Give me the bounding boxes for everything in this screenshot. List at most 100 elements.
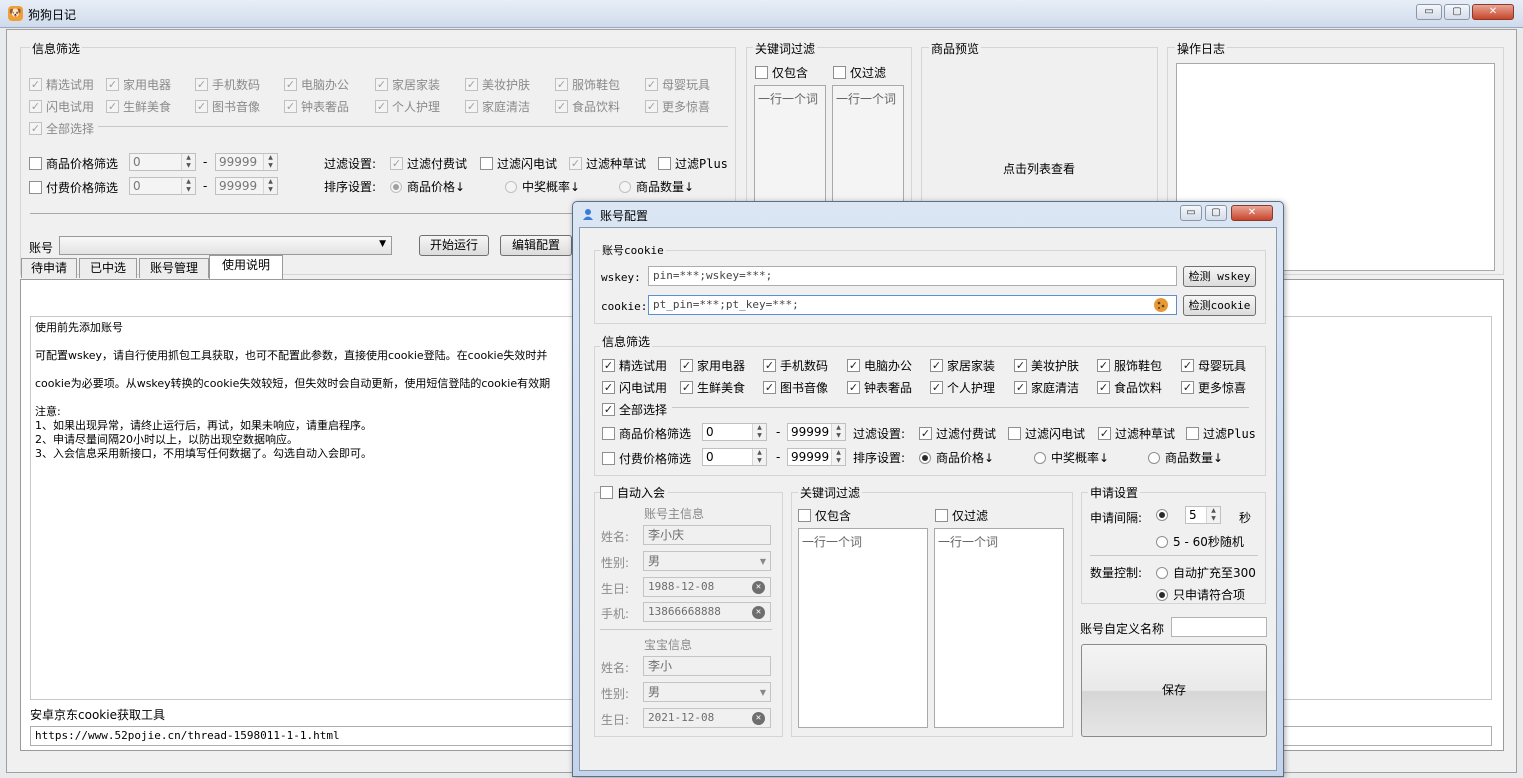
dialog-category-checkbox[interactable]: ✓母婴玩具 bbox=[1181, 357, 1246, 374]
category-checkbox[interactable]: ✓美妆护肤 bbox=[465, 76, 530, 93]
include-words-textarea[interactable]: 一行一个词 bbox=[754, 85, 826, 205]
baby-gender-select[interactable]: 男▼ bbox=[643, 682, 771, 702]
category-checkbox[interactable]: ✓个人护理 bbox=[375, 98, 440, 115]
dialog-filter-flash-checkbox[interactable]: 过滤闪电试 bbox=[1008, 425, 1085, 442]
dialog-filter-grass-checkbox[interactable]: ✓过滤种草试 bbox=[1098, 425, 1175, 442]
filter-plus-checkbox[interactable]: 过滤Plus bbox=[658, 155, 728, 172]
dialog-category-checkbox[interactable]: ✓手机数码 bbox=[763, 357, 828, 374]
start-button[interactable]: 开始运行 bbox=[419, 235, 489, 256]
dialog-sort-price-radio[interactable]: 商品价格↓ bbox=[919, 449, 994, 466]
exclude-words-textarea[interactable]: 一行一个词 bbox=[832, 85, 904, 205]
select-all-checkbox[interactable]: ✓全部选择 bbox=[29, 120, 94, 137]
owner-name-field[interactable]: 李小庆 bbox=[643, 525, 771, 545]
account-select[interactable]: ▼ bbox=[59, 236, 392, 255]
check-wskey-button[interactable]: 检测 wskey bbox=[1183, 266, 1256, 287]
auto-join-checkbox[interactable]: 自动入会 bbox=[600, 484, 668, 501]
sort-price-radio[interactable]: 商品价格↓ bbox=[390, 178, 465, 195]
category-checkbox[interactable]: ✓手机数码 bbox=[195, 76, 260, 93]
dialog-category-checkbox[interactable]: ✓图书音像 bbox=[763, 379, 828, 396]
baby-name-field[interactable]: 李小 bbox=[643, 656, 771, 676]
tab-accounts[interactable]: 账号管理 bbox=[139, 258, 209, 278]
qty-expand-radio[interactable]: 自动扩充至300 bbox=[1156, 564, 1256, 581]
dialog-close-button[interactable]: ✕ bbox=[1231, 205, 1273, 221]
dialog-category-checkbox[interactable]: ✓钟表奢品 bbox=[847, 379, 912, 396]
dialog-category-checkbox[interactable]: ✓食品饮料 bbox=[1097, 379, 1162, 396]
dialog-category-checkbox[interactable]: ✓生鲜美食 bbox=[680, 379, 745, 396]
exclude-checkbox[interactable]: 仅过滤 bbox=[833, 64, 886, 81]
dialog-category-checkbox[interactable]: ✓闪电试用 bbox=[602, 379, 667, 396]
check-cookie-button[interactable]: 检测cookie bbox=[1183, 295, 1256, 316]
dialog-filter-plus-checkbox[interactable]: 过滤Plus bbox=[1186, 425, 1256, 442]
close-button[interactable]: ✕ bbox=[1472, 4, 1514, 20]
dialog-category-checkbox[interactable]: ✓个人护理 bbox=[930, 379, 995, 396]
custom-name-input[interactable] bbox=[1171, 617, 1267, 637]
category-checkbox[interactable]: ✓家庭清洁 bbox=[465, 98, 530, 115]
save-button[interactable]: 保存 bbox=[1081, 644, 1267, 737]
dialog-price-max-spin[interactable]: 99999▲▼ bbox=[787, 423, 846, 441]
dialog-category-checkbox[interactable]: ✓家用电器 bbox=[680, 357, 745, 374]
cookie-input[interactable]: pt_pin=***;pt_key=***; bbox=[648, 295, 1177, 315]
paid-filter-checkbox[interactable]: 付费价格筛选 bbox=[29, 179, 118, 196]
category-checkbox[interactable]: ✓图书音像 bbox=[195, 98, 260, 115]
category-checkbox[interactable]: ✓服饰鞋包 bbox=[555, 76, 620, 93]
interval-spin[interactable]: 5▲▼ bbox=[1185, 506, 1221, 524]
sort-qty-radio[interactable]: 商品数量↓ bbox=[619, 178, 694, 195]
interval-fixed-radio[interactable] bbox=[1156, 509, 1173, 521]
owner-gender-select[interactable]: 男▼ bbox=[643, 551, 771, 571]
category-checkbox[interactable]: ✓精选试用 bbox=[29, 76, 94, 93]
paid-min-spin[interactable]: 0▲▼ bbox=[129, 177, 196, 195]
dialog-select-all-checkbox[interactable]: ✓全部选择 bbox=[602, 401, 667, 418]
dialog-category-checkbox[interactable]: ✓家居家装 bbox=[930, 357, 995, 374]
paid-max-spin[interactable]: 99999▲▼ bbox=[215, 177, 278, 195]
maximize-button[interactable]: ▢ bbox=[1444, 4, 1470, 20]
category-checkbox[interactable]: ✓母婴玩具 bbox=[645, 76, 710, 93]
category-checkbox[interactable]: ✓家用电器 bbox=[106, 76, 171, 93]
filter-paid-checkbox[interactable]: ✓过滤付费试 bbox=[390, 155, 467, 172]
price-max-spin[interactable]: 99999▲▼ bbox=[215, 153, 278, 171]
dialog-category-checkbox[interactable]: ✓美妆护肤 bbox=[1014, 357, 1079, 374]
owner-phone-field[interactable]: 13866668888✕ bbox=[643, 602, 771, 622]
edit-config-button[interactable]: 编辑配置 bbox=[500, 235, 572, 256]
dialog-category-checkbox[interactable]: ✓更多惊喜 bbox=[1181, 379, 1246, 396]
category-checkbox[interactable]: ✓更多惊喜 bbox=[645, 98, 710, 115]
dialog-paid-max-spin[interactable]: 99999▲▼ bbox=[787, 448, 846, 466]
interval-random-radio[interactable]: 5 - 60秒随机 bbox=[1156, 533, 1244, 550]
category-checkbox[interactable]: ✓钟表奢品 bbox=[284, 98, 349, 115]
dialog-price-filter-checkbox[interactable]: 商品价格筛选 bbox=[602, 425, 691, 442]
owner-birthday-field[interactable]: 1988-12-08✕ bbox=[643, 577, 771, 597]
qty-match-radio[interactable]: 只申请符合项 bbox=[1156, 586, 1245, 603]
dialog-paid-min-spin[interactable]: 0▲▼ bbox=[702, 448, 767, 466]
baby-birthday-field[interactable]: 2021-12-08✕ bbox=[643, 708, 771, 728]
dialog-minimize-button[interactable]: ▭ bbox=[1180, 205, 1202, 221]
dialog-include-checkbox[interactable]: 仅包含 bbox=[798, 507, 851, 524]
category-checkbox[interactable]: ✓食品饮料 bbox=[555, 98, 620, 115]
category-checkbox[interactable]: ✓闪电试用 bbox=[29, 98, 94, 115]
dialog-category-checkbox[interactable]: ✓精选试用 bbox=[602, 357, 667, 374]
category-checkbox[interactable]: ✓生鲜美食 bbox=[106, 98, 171, 115]
price-min-spin[interactable]: 0▲▼ bbox=[129, 153, 196, 171]
dialog-price-min-spin[interactable]: 0▲▼ bbox=[702, 423, 767, 441]
include-checkbox[interactable]: 仅包含 bbox=[755, 64, 808, 81]
filter-flash-checkbox[interactable]: 过滤闪电试 bbox=[480, 155, 557, 172]
dialog-include-textarea[interactable]: 一行一个词 bbox=[798, 528, 928, 728]
dialog-exclude-textarea[interactable]: 一行一个词 bbox=[934, 528, 1064, 728]
dialog-paid-filter-checkbox[interactable]: 付费价格筛选 bbox=[602, 450, 691, 467]
dialog-sort-qty-radio[interactable]: 商品数量↓ bbox=[1148, 449, 1223, 466]
tab-selected[interactable]: 已中选 bbox=[79, 258, 137, 278]
dialog-category-checkbox[interactable]: ✓服饰鞋包 bbox=[1097, 357, 1162, 374]
dialog-maximize-button[interactable]: ▢ bbox=[1205, 205, 1227, 221]
dialog-category-checkbox[interactable]: ✓电脑办公 bbox=[847, 357, 912, 374]
wskey-input[interactable]: pin=***;wskey=***; bbox=[648, 266, 1177, 286]
category-checkbox[interactable]: ✓电脑办公 bbox=[284, 76, 349, 93]
dialog-category-checkbox[interactable]: ✓家庭清洁 bbox=[1014, 379, 1079, 396]
dialog-filter-paid-checkbox[interactable]: ✓过滤付费试 bbox=[919, 425, 996, 442]
category-checkbox[interactable]: ✓家居家装 bbox=[375, 76, 440, 93]
sort-prob-radio[interactable]: 中奖概率↓ bbox=[505, 178, 580, 195]
price-filter-checkbox[interactable]: 商品价格筛选 bbox=[29, 155, 118, 172]
tab-pending[interactable]: 待申请 bbox=[21, 258, 77, 278]
tab-instructions[interactable]: 使用说明 bbox=[209, 255, 283, 279]
dialog-exclude-checkbox[interactable]: 仅过滤 bbox=[935, 507, 988, 524]
dialog-sort-prob-radio[interactable]: 中奖概率↓ bbox=[1034, 449, 1109, 466]
minimize-button[interactable]: ▭ bbox=[1416, 4, 1442, 20]
filter-grass-checkbox[interactable]: ✓过滤种草试 bbox=[569, 155, 646, 172]
